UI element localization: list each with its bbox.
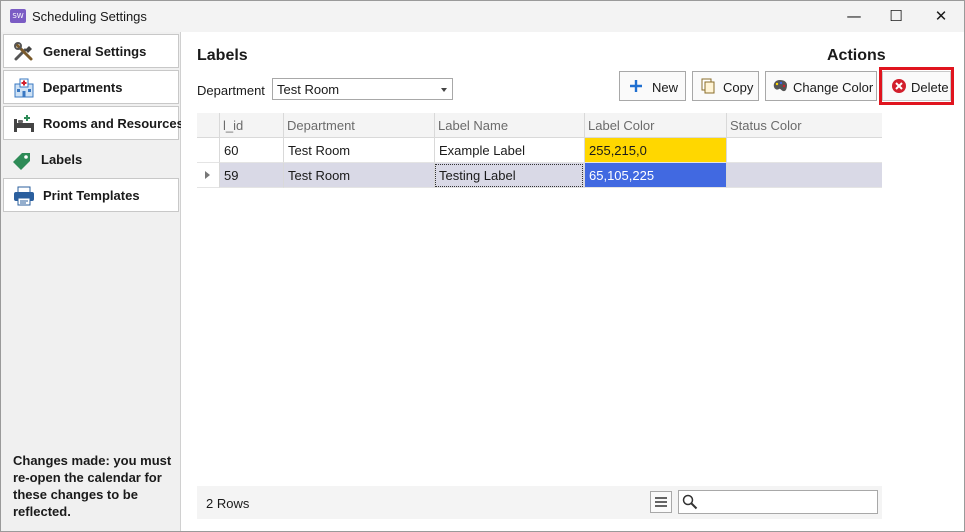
sidebar-item-label: General Settings — [43, 44, 147, 59]
new-button[interactable]: New — [619, 71, 686, 101]
cell-status-color[interactable] — [726, 138, 882, 163]
actions-title: Actions — [827, 47, 886, 64]
column-menu-button[interactable] — [650, 491, 672, 513]
table-header: l_id Department Label Name Label Color S… — [197, 113, 882, 138]
cell-text: 255,215,0 — [589, 143, 647, 158]
cell-label-name[interactable]: Testing Label — [434, 163, 584, 188]
column-header-status-color[interactable]: Status Color — [726, 113, 882, 138]
sidebar-item-label: Print Templates — [43, 188, 140, 203]
cell-text: 65,105,225 — [589, 168, 655, 183]
cell-l-id[interactable]: 60 — [219, 138, 283, 163]
cell-text: Test Room — [288, 168, 351, 183]
copy-button-label: Copy — [723, 80, 754, 95]
cell-l-id[interactable]: 59 — [219, 163, 283, 188]
column-header-label-name[interactable]: Label Name — [434, 113, 584, 138]
sidebar-item-label: Departments — [43, 80, 123, 95]
main-panel: Labels Actions Department Test Room New … — [181, 32, 964, 531]
cell-text: Test Room — [288, 143, 351, 158]
changes-note: Changes made: you must re-open the calen… — [13, 453, 172, 519]
column-header-label: Label Name — [438, 118, 509, 133]
sidebar: General Settings Departments Rooms and R… — [1, 32, 184, 531]
column-header-department[interactable]: Department — [283, 113, 434, 138]
sidebar-item-general-settings[interactable]: General Settings — [3, 34, 179, 68]
column-header-label: Department — [287, 118, 355, 133]
cell-text: Example Label — [439, 143, 525, 158]
cell-label-color[interactable]: 65,105,225 — [584, 163, 726, 188]
cell-text: 60 — [224, 143, 239, 158]
labels-table: l_id Department Label Name Label Color S… — [197, 113, 882, 188]
sidebar-item-labels[interactable]: Labels — [3, 142, 179, 176]
tag-icon — [13, 153, 30, 170]
department-select-value: Test Room — [277, 82, 340, 97]
change-color-button[interactable]: Change Color — [765, 71, 877, 101]
cell-status-color[interactable] — [726, 163, 882, 188]
sidebar-item-rooms-and-resources[interactable]: Rooms and Resources — [3, 106, 184, 140]
labels-title: Labels — [197, 47, 248, 64]
maximize-button[interactable]: ☐ — [873, 1, 919, 32]
cell-label-color[interactable]: 255,215,0 — [584, 138, 726, 163]
new-button-label: New — [652, 80, 679, 95]
row-indicator[interactable] — [197, 163, 219, 188]
table-row[interactable]: 60 Test Room Example Label 255,215,0 — [197, 138, 882, 163]
department-label: Department — [197, 83, 265, 98]
sidebar-item-label: Labels — [41, 152, 83, 167]
sidebar-item-print-templates[interactable]: Print Templates — [3, 178, 179, 212]
column-header-label: l_id — [223, 118, 244, 133]
table-row-selected[interactable]: 59 Test Room Testing Label 65,105,225 — [197, 163, 882, 188]
row-indicator[interactable] — [197, 138, 219, 163]
cell-department[interactable]: Test Room — [283, 163, 434, 188]
menu-icon — [655, 497, 667, 507]
sidebar-item-label: Rooms and Resources — [43, 116, 184, 131]
cell-text: Testing Label — [439, 168, 516, 183]
printer-icon — [14, 186, 34, 206]
bed-icon — [14, 115, 34, 132]
table-footer: 2 Rows — [197, 486, 882, 519]
palette-icon — [773, 80, 787, 92]
column-header-label: Status Color — [730, 118, 802, 133]
close-button[interactable]: ✕ — [918, 1, 964, 32]
window: SW Scheduling Settings — ☐ ✕ General Set… — [0, 0, 965, 532]
minimize-button[interactable]: — — [831, 1, 877, 32]
delete-highlight-box — [879, 67, 954, 105]
cell-label-name[interactable]: Example Label — [434, 138, 584, 163]
window-title: Scheduling Settings — [32, 9, 147, 24]
copy-icon — [701, 78, 715, 94]
department-select[interactable]: Test Room — [272, 78, 453, 100]
tools-icon — [14, 42, 33, 61]
chevron-down-icon — [441, 88, 447, 92]
cell-text: 59 — [224, 168, 239, 183]
column-header-label: Label Color — [588, 118, 655, 133]
plus-icon — [630, 80, 642, 92]
copy-button[interactable]: Copy — [692, 71, 759, 101]
row-pointer-icon — [205, 171, 210, 179]
sidebar-item-departments[interactable]: Departments — [3, 70, 179, 104]
column-header-l-id[interactable]: l_id — [219, 113, 283, 138]
app-icon: SW — [10, 9, 26, 23]
cell-department[interactable]: Test Room — [283, 138, 434, 163]
hospital-icon — [14, 78, 34, 98]
search-input[interactable] — [678, 490, 878, 514]
column-header-label-color[interactable]: Label Color — [584, 113, 726, 138]
title-bar: SW Scheduling Settings — ☐ ✕ — [1, 1, 964, 32]
search-icon — [682, 494, 698, 510]
change-color-button-label: Change Color — [793, 80, 874, 95]
row-count: 2 Rows — [206, 496, 250, 511]
